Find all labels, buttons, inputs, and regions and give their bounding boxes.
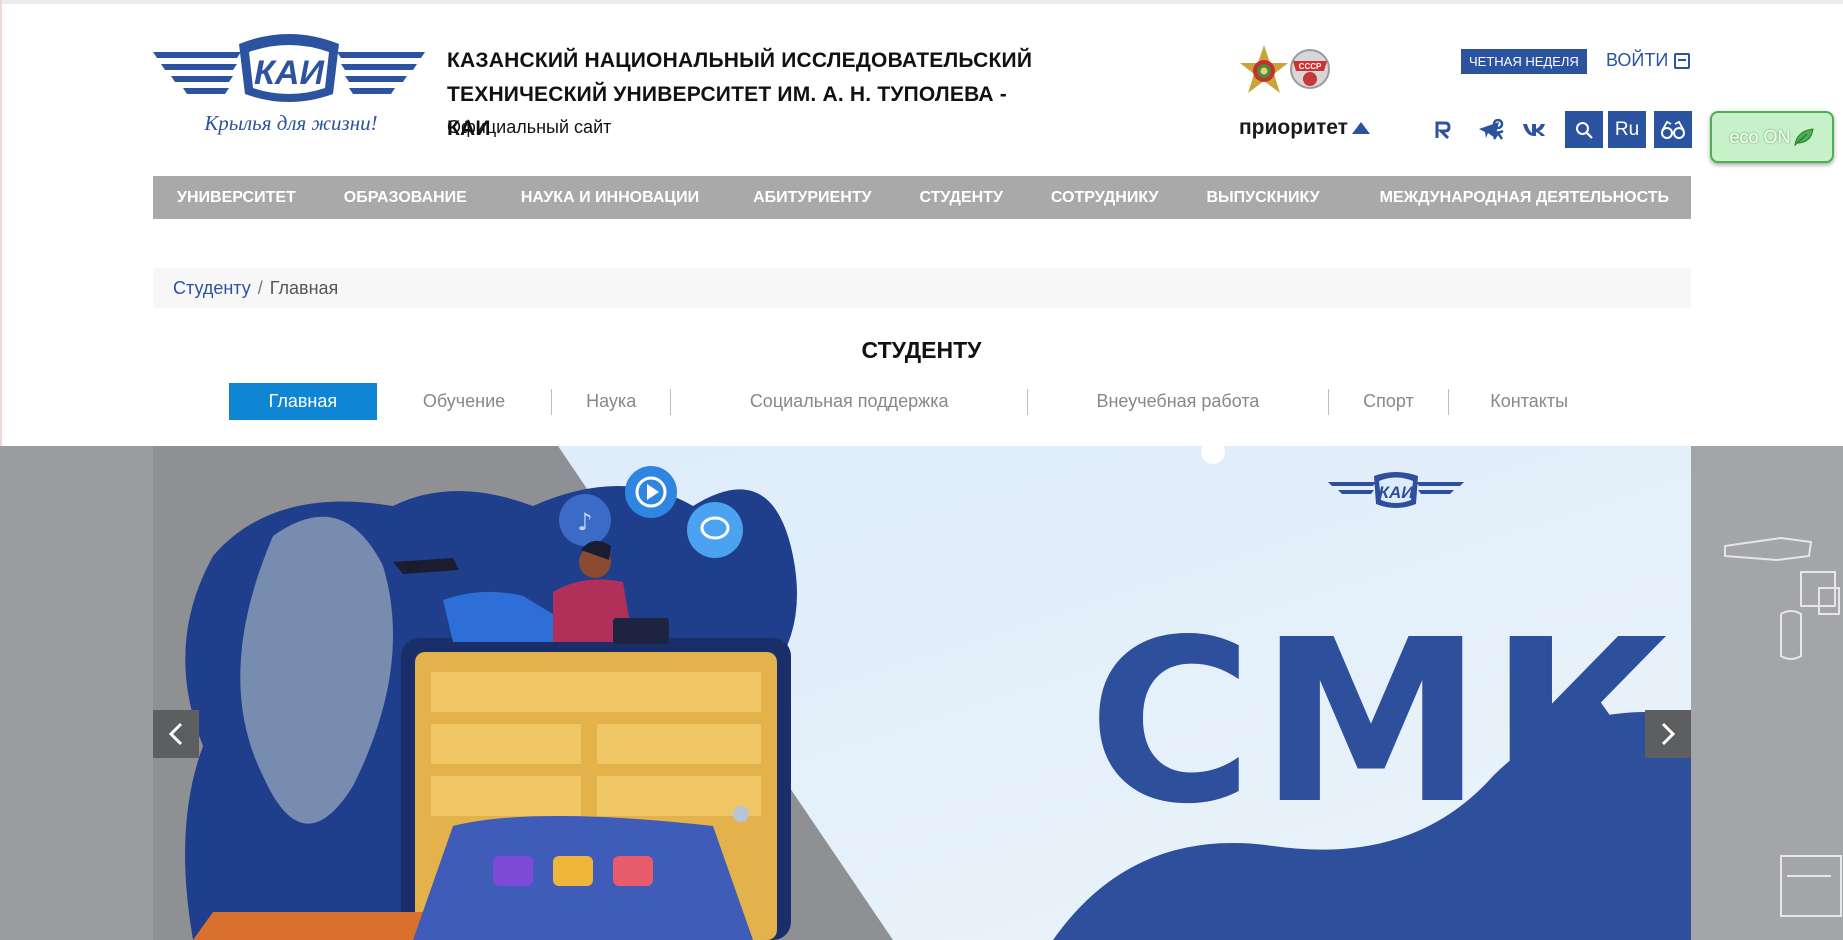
slide-logo-text: КАИ [1379,483,1415,502]
tab-sport[interactable]: Спорт [1329,383,1449,420]
site-subtitle: Официальный сайт [447,117,612,137]
accessibility-glasses-icon [1661,120,1685,139]
breadcrumb: Студенту / Главная [153,268,1691,308]
nav-item-pish[interactable]: ПИШ [1705,176,1780,219]
nav-item-graduate[interactable]: ВЫПУСКНИКУ [1182,176,1343,219]
university-title-line1: КАЗАНСКИЙ НАЦИОНАЛЬНЫЙ ИССЛЕДОВАТЕЛЬСКИЙ [447,49,1033,72]
banner-slider: ♪ КАИ СМК [0,446,1843,940]
awards-orders-icon: СССР [1240,45,1330,93]
slider-next-button[interactable] [1645,710,1691,758]
nav-item-university[interactable]: УНИВЕРСИТЕТ [153,176,320,219]
priority-logo[interactable]: приоритет [1239,116,1370,140]
slide-smk[interactable]: ♪ КАИ СМК [153,446,1691,940]
eco-label: eco ON [1729,126,1791,147]
chevron-left-icon [168,722,183,746]
tab-extracurricular[interactable]: Внеучебная работа [1028,383,1327,420]
nav-item-science[interactable]: НАУКА И ИННОВАЦИИ [491,176,729,219]
priority-arrow-icon [1351,122,1370,134]
nav-item-applicant[interactable]: АБИТУРИЕНТУ [729,176,895,219]
rutube-icon[interactable] [1430,117,1456,143]
top-border [0,0,1843,4]
slide-headline: СМК [1088,592,1679,854]
nav-item-education[interactable]: ОБРАЗОВАНИЕ [320,176,491,219]
breadcrumb-separator: / [257,277,263,298]
login-icon [1674,52,1691,69]
tab-science[interactable]: Наука [552,383,670,420]
language-button[interactable]: Ru [1608,111,1646,148]
kai-logo[interactable]: КАИ Крылья для жизни! [153,30,425,148]
accessibility-button[interactable] [1654,111,1692,148]
eco-mode-button[interactable]: eco ON [1710,111,1834,163]
breadcrumb-parent-link[interactable]: Студенту [173,278,251,299]
page-title: СТУДЕНТУ [861,337,982,363]
vk-icon[interactable] [1521,117,1547,143]
nav-item-student[interactable]: СТУДЕНТУ [895,176,1026,219]
next-slide-preview [1691,446,1843,940]
leaf-icon [1793,128,1814,147]
chevron-right-icon [1661,722,1676,746]
logo-slogan: Крылья для жизни! [203,111,377,135]
award-ribbon-text: СССР [1299,62,1322,71]
search-button[interactable] [1565,111,1603,148]
login-button[interactable]: ВОЙТИ [1606,50,1691,71]
tab-social-support[interactable]: Социальная поддержка [671,383,1027,420]
tab-contacts[interactable]: Контакты [1449,383,1609,420]
login-label: ВОЙТИ [1606,50,1669,70]
priority-label: приоритет [1239,116,1348,139]
logo-text: КАИ [254,54,325,92]
main-nav: УНИВЕРСИТЕТ ОБРАЗОВАНИЕ НАУКА И ИННОВАЦИ… [153,176,1762,219]
section-tabs: Главная Обучение Наука Социальная поддер… [229,383,1609,420]
breadcrumb-current: Главная [269,277,339,298]
svg-text:♪: ♪ [577,508,592,536]
tab-main[interactable]: Главная [229,383,377,420]
week-parity-badge: ЧЕТНАЯ НЕДЕЛЯ [1461,49,1587,74]
telegram-icon[interactable] [1476,117,1502,143]
search-icon [1576,121,1593,139]
nav-item-employee[interactable]: СОТРУДНИКУ [1027,176,1183,219]
tab-study[interactable]: Обучение [377,383,552,420]
slider-prev-button[interactable] [153,710,199,758]
nav-item-international[interactable]: МЕЖДУНАРОДНАЯ ДЕЯТЕЛЬНОСТЬ [1344,176,1705,219]
